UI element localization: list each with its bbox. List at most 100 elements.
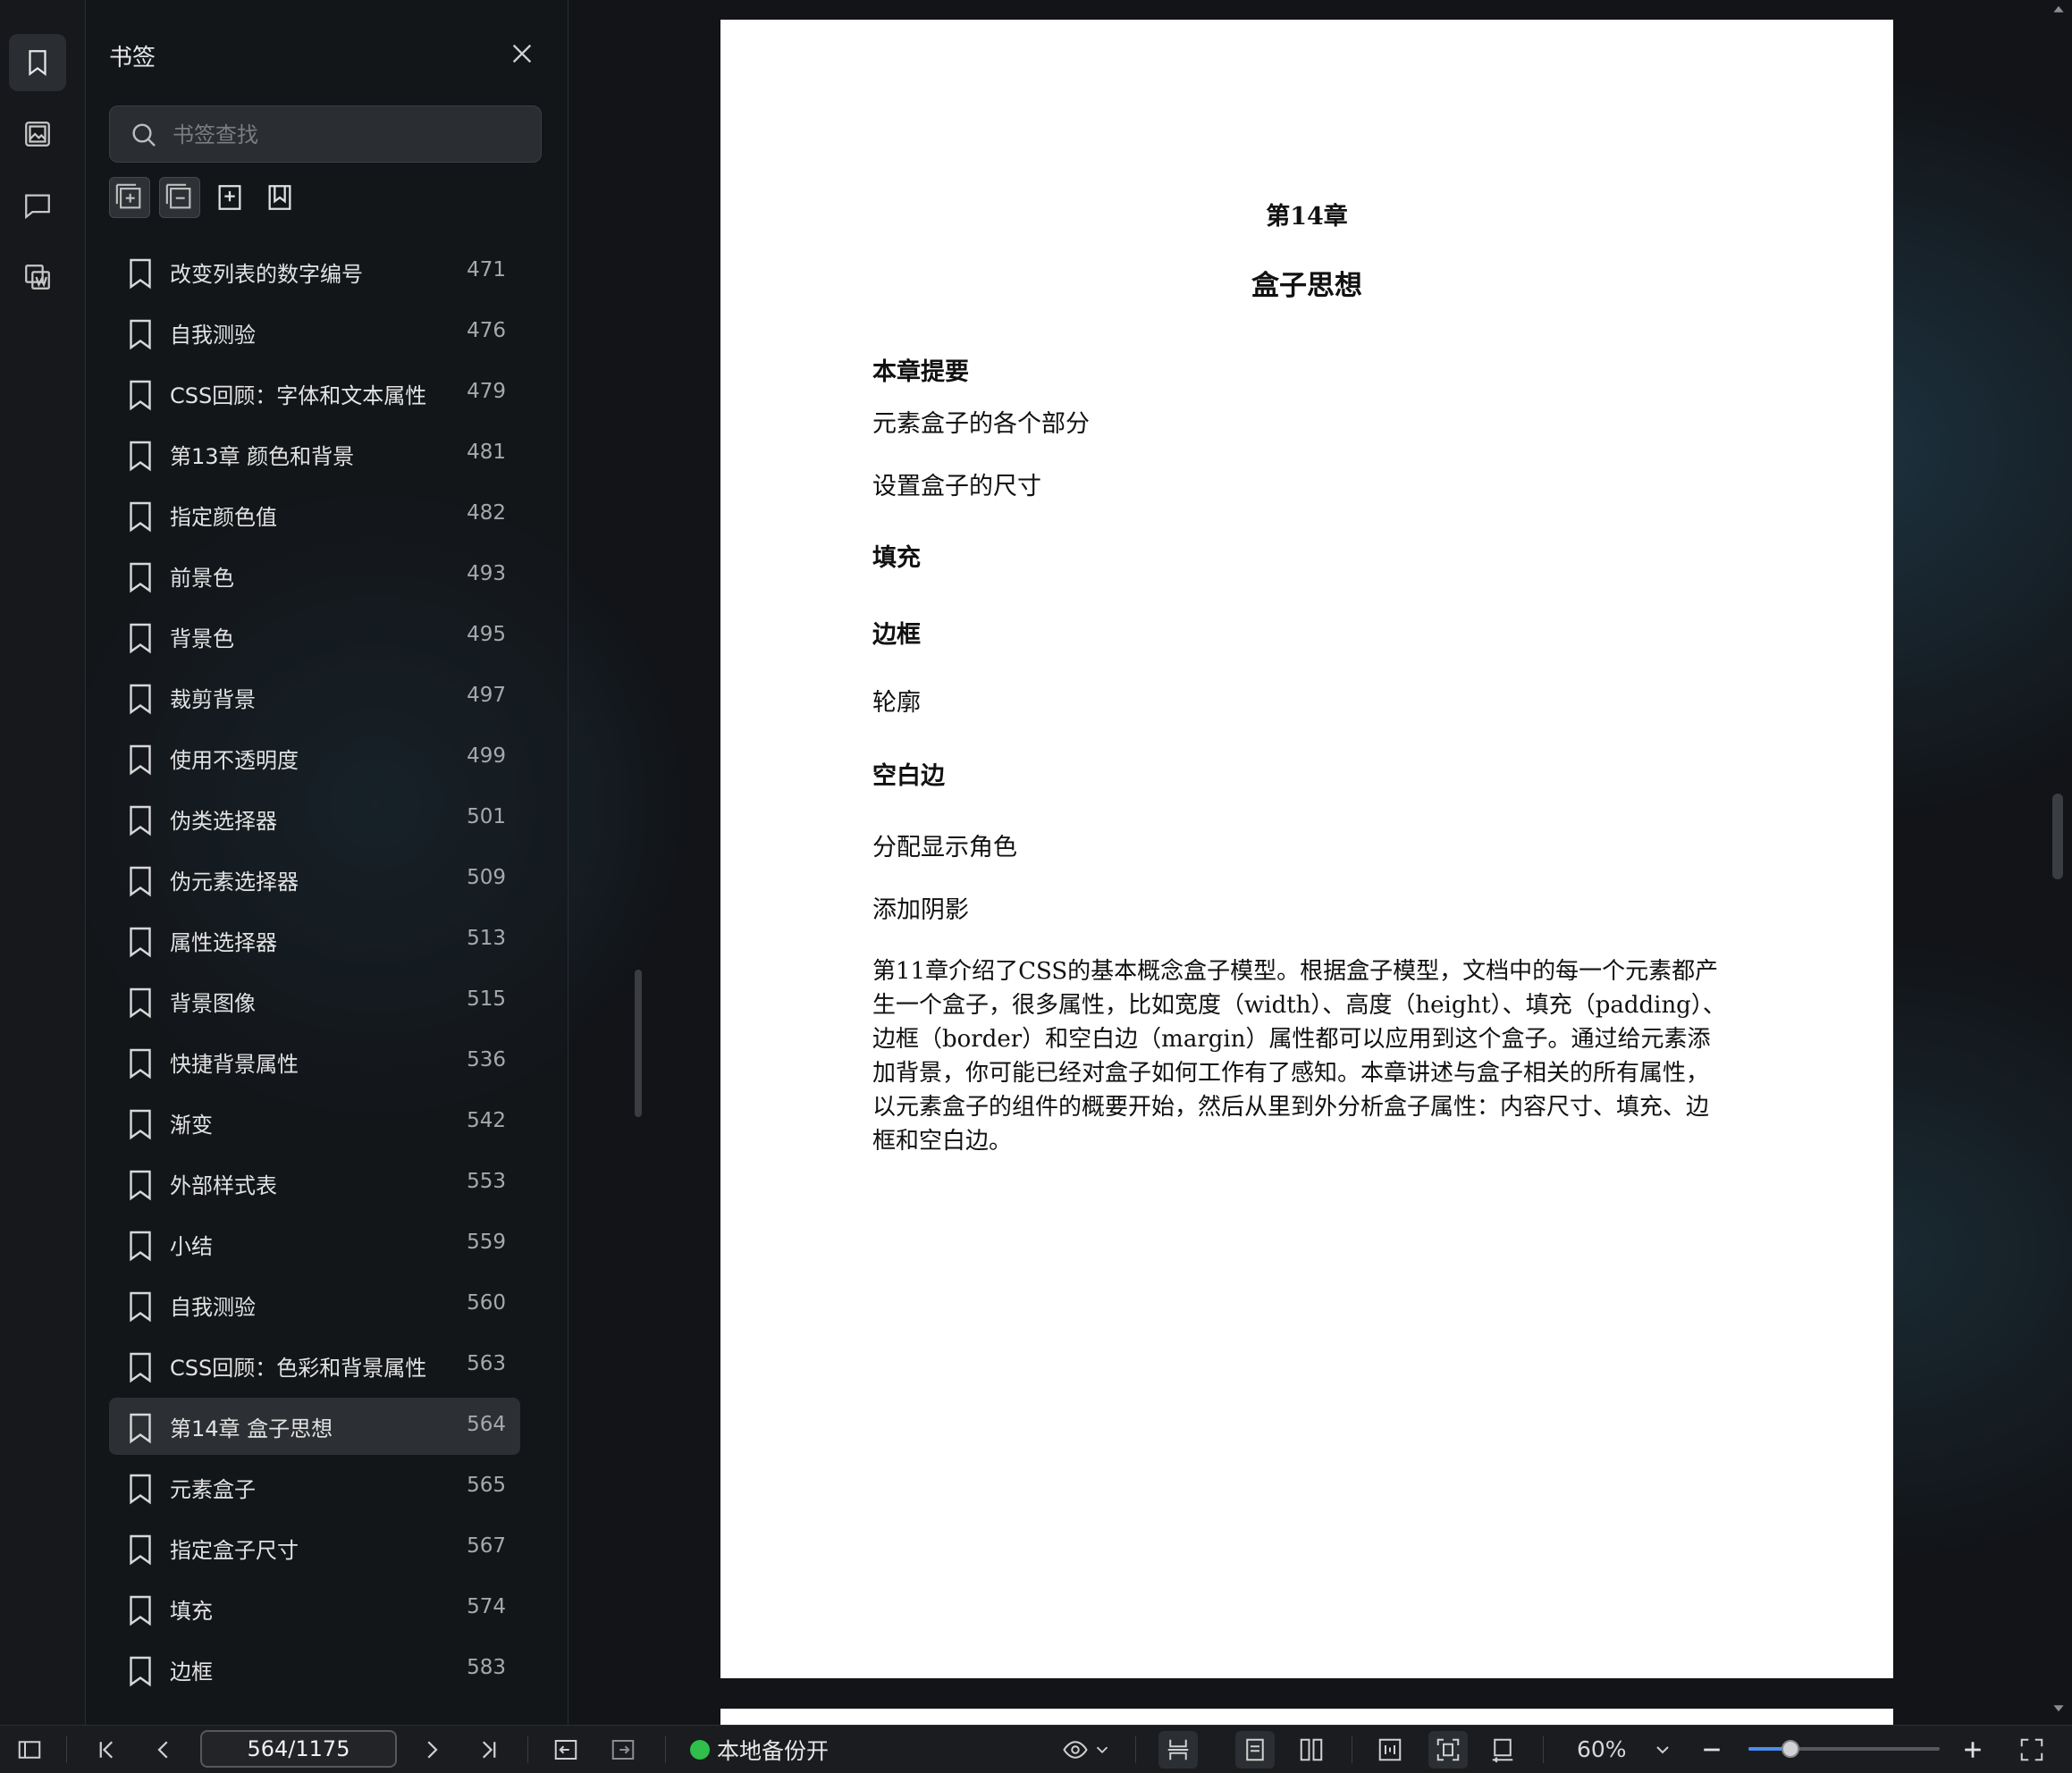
bookmark-label: 前景色: [170, 566, 234, 591]
bookmark-item[interactable]: 前景色 493: [109, 547, 520, 604]
bookmark-icon: [130, 501, 151, 533]
fit-width-button[interactable]: [1375, 1735, 1405, 1765]
single-page-button[interactable]: [1235, 1731, 1275, 1769]
bookmark-scrollbar[interactable]: [635, 970, 642, 1117]
bookmark-item[interactable]: CSS回顾：字体和文本属性 479: [109, 365, 520, 422]
bookmark-item[interactable]: 使用不透明度 499: [109, 729, 520, 786]
continuous-scroll-button[interactable]: [1158, 1731, 1198, 1769]
bookmark-item[interactable]: 元素盒子 565: [109, 1458, 520, 1516]
bookmark-search[interactable]: [109, 105, 542, 163]
bookmark-item[interactable]: 改变列表的数字编号 471: [109, 245, 520, 300]
view-mode-dropdown[interactable]: [1092, 1735, 1112, 1765]
bookmark-item[interactable]: 背景图像 515: [109, 972, 520, 1029]
bookmark-item[interactable]: 指定盒子尺寸 567: [109, 1519, 520, 1576]
bookmark-page-number: 479: [467, 380, 506, 403]
next-page-button[interactable]: [417, 1735, 447, 1765]
attachments-tab[interactable]: [9, 248, 66, 306]
bookmark-label: 使用不透明度: [170, 748, 299, 773]
bookmark-item[interactable]: CSS回顾：色彩和背景属性 563: [109, 1337, 520, 1394]
bookmark-item[interactable]: 快捷背景属性 536: [109, 1033, 520, 1090]
two-page-button[interactable]: [1296, 1735, 1327, 1765]
image-icon: [25, 122, 50, 147]
rotate-button[interactable]: [1487, 1735, 1518, 1765]
bookmark-icon: [130, 1352, 151, 1383]
collapse-all-button[interactable]: [159, 177, 200, 218]
first-page-button[interactable]: [91, 1735, 122, 1765]
bookmark-item[interactable]: 自我测验 476: [109, 304, 520, 361]
bookmark-item[interactable]: 指定颜色值 482: [109, 486, 520, 543]
bookmark-item[interactable]: 小结 559: [109, 1215, 520, 1273]
bookmark-item[interactable]: 填充 574: [109, 1580, 520, 1637]
bookmarks-tab[interactable]: [9, 34, 66, 91]
bookmark-label: 边框: [170, 1660, 213, 1685]
summary-item: 空白边: [872, 762, 945, 790]
bookmark-item[interactable]: 自我测验 560: [109, 1276, 520, 1333]
bookmark-icon: [130, 380, 151, 411]
bookmark-icon: [130, 623, 151, 654]
zoom-level[interactable]: 60%: [1577, 1736, 1627, 1762]
bookmark-item[interactable]: 第14章 盒子思想 564: [109, 1398, 520, 1455]
bookmark-page-button[interactable]: [259, 177, 300, 218]
backup-label: 本地备份开: [717, 1738, 830, 1764]
thumbnails-tab[interactable]: [9, 105, 66, 163]
bookmark-item[interactable]: 伪元素选择器 509: [109, 851, 520, 908]
bookmark-icon: [130, 1048, 151, 1080]
chevron-left-icon: [157, 1741, 168, 1759]
backup-status[interactable]: 本地备份开: [690, 1735, 829, 1765]
bookmark-label: 指定盒子尺寸: [170, 1538, 299, 1563]
bookmark-item[interactable]: 渐变 542: [109, 1094, 520, 1151]
bookmark-icon: [130, 927, 151, 958]
page-number-field[interactable]: 564/1175: [200, 1730, 397, 1768]
zoom-out-button[interactable]: [1697, 1735, 1727, 1765]
zoom-slider-handle[interactable]: [1781, 1740, 1800, 1758]
chapter-title: 盒子思想: [1251, 270, 1362, 302]
back-button[interactable]: [551, 1735, 581, 1765]
zoom-slider[interactable]: [1748, 1740, 1940, 1758]
summary-item: 元素盒子的各个部分: [872, 410, 1090, 438]
bookmark-page-number: 509: [467, 866, 506, 889]
chevron-right-icon: [427, 1741, 438, 1759]
bookmark-label: 伪元素选择器: [170, 870, 299, 895]
bookmark-item[interactable]: 背景色 495: [109, 608, 520, 665]
zoom-dropdown[interactable]: [1652, 1735, 1673, 1765]
summary-item: 轮廓: [872, 689, 921, 717]
bookmark-item[interactable]: 裁剪背景 497: [109, 668, 520, 726]
bookmark-label: 渐变: [170, 1113, 213, 1138]
intro-paragraph: 第11章介绍了CSS的基本概念盒子模型。根据盒子模型，文档中的每一个元素都产生一…: [872, 958, 1726, 1155]
previous-page-button[interactable]: [148, 1735, 179, 1765]
bookmark-page-icon: [268, 185, 291, 210]
comment-icon: [25, 194, 50, 220]
last-page-icon: [482, 1741, 496, 1759]
bookmark-page-number: 501: [467, 805, 506, 828]
scroll-up-icon[interactable]: [2052, 4, 2065, 16]
bookmark-label: 裁剪背景: [170, 687, 256, 712]
document-link-icon: [25, 265, 50, 290]
bookmark-icon: [130, 562, 151, 593]
close-button[interactable]: [508, 39, 536, 68]
fit-page-button[interactable]: [1428, 1731, 1468, 1769]
bookmark-item[interactable]: 伪类选择器 501: [109, 790, 520, 847]
bookmark-label: 小结: [170, 1234, 213, 1259]
add-bookmark-button[interactable]: [209, 177, 250, 218]
comments-tab[interactable]: [9, 177, 66, 234]
zoom-in-button[interactable]: [1958, 1735, 1988, 1765]
view-mode-button[interactable]: [1060, 1735, 1091, 1765]
eye-icon: [1063, 1741, 1088, 1759]
bookmark-item[interactable]: 第13章 颜色和背景 481: [109, 425, 520, 483]
bookmark-item[interactable]: 属性选择器 513: [109, 912, 520, 969]
bookmark-page-number: 481: [467, 441, 506, 464]
bookmark-page-number: 563: [467, 1352, 506, 1375]
expand-all-button[interactable]: [109, 177, 150, 218]
bookmark-item[interactable]: 外部样式表 553: [109, 1155, 520, 1212]
bookmark-item[interactable]: 边框 583: [109, 1641, 520, 1698]
status-dot: [690, 1740, 710, 1760]
scroll-down-icon[interactable]: [2052, 1702, 2065, 1714]
bookmark-icon: [130, 319, 151, 350]
bookmark-search-input[interactable]: [173, 115, 530, 155]
fullscreen-button[interactable]: [2017, 1735, 2047, 1765]
bookmark-page-number: 513: [467, 927, 506, 950]
forward-button[interactable]: [608, 1735, 638, 1765]
toggle-sidebar-button[interactable]: [14, 1735, 45, 1765]
document-scrollbar[interactable]: [2052, 794, 2063, 879]
last-page-button[interactable]: [474, 1735, 504, 1765]
